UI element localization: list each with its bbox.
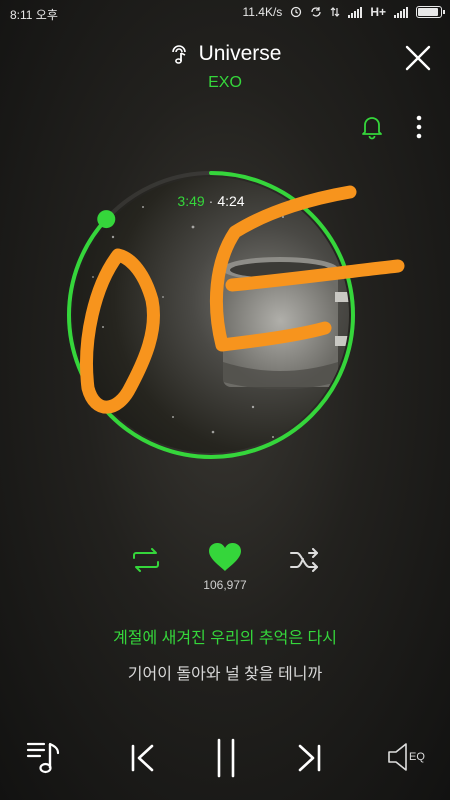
next-icon[interactable] <box>296 744 322 772</box>
repeat-icon[interactable] <box>130 548 162 572</box>
shuffle-icon[interactable] <box>289 548 321 572</box>
signal-icon-2 <box>394 6 408 18</box>
signal-icon <box>348 6 363 18</box>
progress-ring[interactable] <box>61 165 361 465</box>
status-time: 8:11 오후 <box>10 8 58 22</box>
playback-time: 3:49 · 4:24 <box>61 193 361 209</box>
close-icon[interactable] <box>404 44 432 72</box>
artist-name[interactable]: EXO <box>0 74 450 92</box>
lyric-current-line: 계절에 새겨진 우리의 추억은 다시 <box>113 630 337 647</box>
lyric-next-line: 기어이 돌아와 널 찾을 테니까 <box>127 666 323 683</box>
playlist-icon[interactable] <box>26 740 64 776</box>
more-options-icon[interactable] <box>414 114 424 140</box>
speaker-icon <box>388 743 407 771</box>
network-type: H+ <box>370 5 386 19</box>
streaming-note-icon <box>171 45 186 64</box>
previous-icon[interactable] <box>130 744 156 772</box>
eq-label: EQ <box>409 751 425 763</box>
current-time: 3:49 <box>177 193 205 209</box>
like-count: 106,977 <box>203 578 247 592</box>
transport-bar: EQ <box>0 732 450 782</box>
track-header: Universe EXO <box>0 42 450 92</box>
net-speed: 11.4K/s <box>242 5 283 19</box>
pause-icon[interactable] <box>215 738 237 778</box>
track-actions <box>0 540 450 580</box>
status-bar: 8:11 오후 11.4K/s H+ <box>0 0 450 26</box>
album-disc: 3:49 · 4:24 <box>61 165 361 465</box>
heart-icon[interactable] <box>208 542 242 572</box>
data-arrows-icon <box>330 7 340 17</box>
song-title: Universe <box>198 42 282 65</box>
lyrics-panel[interactable]: 계절에 새겨진 우리의 추억은 다시 기어이 돌아와 널 찾을 테니까 <box>0 624 450 684</box>
eq-button[interactable]: EQ <box>387 742 433 774</box>
time-separator: · <box>208 193 214 209</box>
alarm-icon <box>291 6 302 18</box>
bell-icon[interactable] <box>360 114 384 140</box>
sync-icon <box>311 7 321 17</box>
total-time: 4:24 <box>217 193 245 209</box>
battery-icon <box>416 6 445 18</box>
progress-knob[interactable] <box>97 210 116 229</box>
